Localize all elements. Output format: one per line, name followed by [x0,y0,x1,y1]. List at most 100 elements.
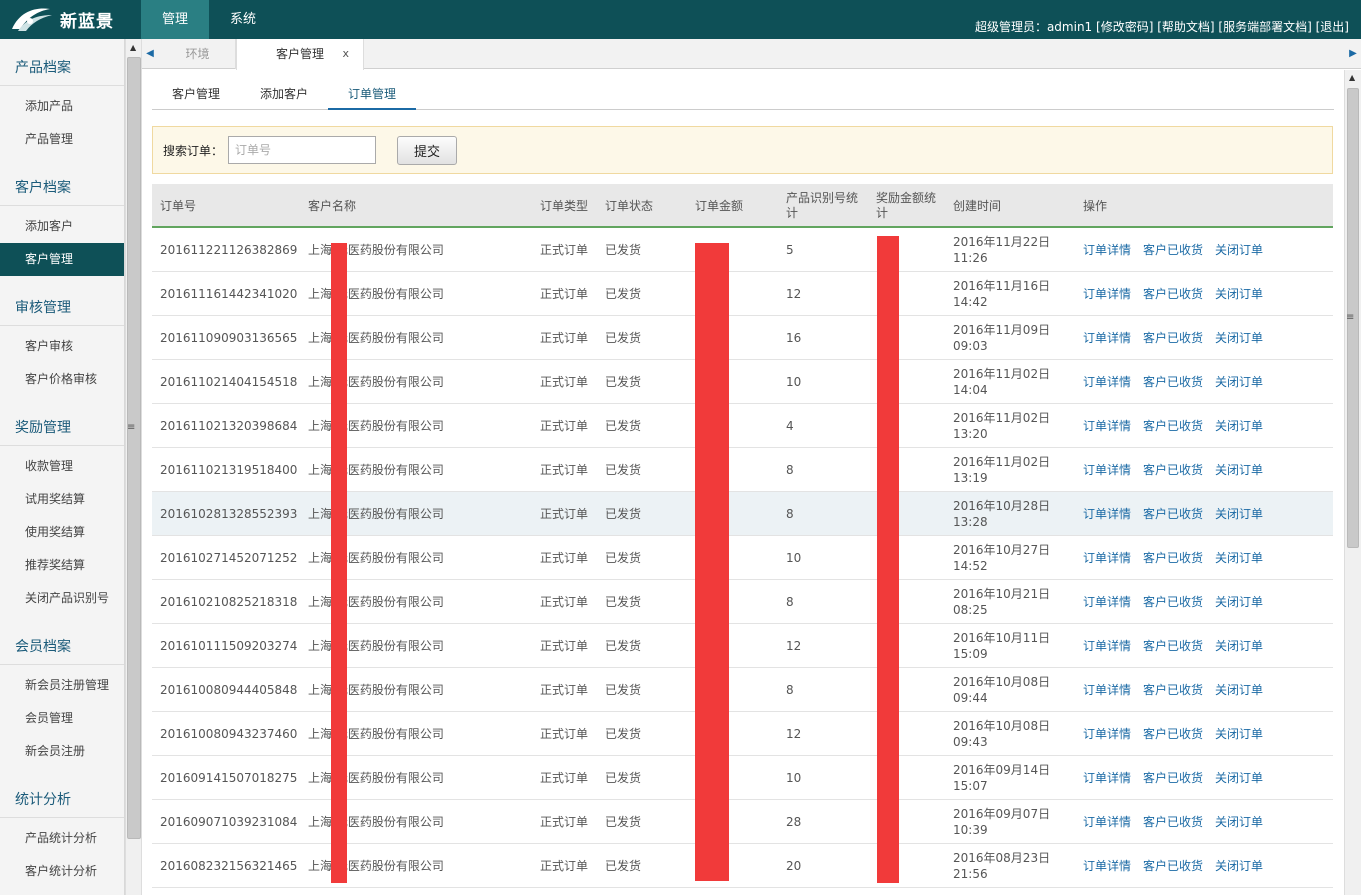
sidebar-item[interactable]: 收款管理 [0,450,124,483]
nav-system[interactable]: 系统 [212,0,274,39]
sidebar-item[interactable]: 新会员注册 [0,735,124,768]
table-row[interactable]: 201610080944405848 上海 元医药股份有限公司 正式订单 已发货 8 20… [152,668,1333,712]
table-row[interactable]: 201611161442341020 上海 元医药股份有限公司 正式订单 已发货 12 2… [152,272,1333,316]
sidebar-item[interactable]: 推荐奖结算 [0,549,124,582]
close-order-link[interactable]: 关闭订单 [1215,286,1263,302]
splitter-grip-icon[interactable]: ≡ [127,422,135,433]
customer-received-link[interactable]: 客户已收货 [1143,506,1203,522]
table-row[interactable]: 201611021319518400 上海 元医药股份有限公司 正式订单 已发货 8 20… [152,448,1333,492]
close-order-link[interactable]: 关闭订单 [1215,506,1263,522]
scroll-up-icon[interactable]: ▲ [130,43,136,52]
close-order-link[interactable]: 关闭订单 [1215,242,1263,258]
sidebar-item[interactable]: 新会员注册管理 [0,669,124,702]
splitter-grip-icon[interactable]: ≡ [1346,312,1354,323]
sidebar-item[interactable]: 使用奖结算 [0,516,124,549]
subtab-add-customer[interactable]: 添加客户 [240,82,328,110]
sidebar-item[interactable]: 客户价格审核 [0,363,124,396]
header-reward-amount[interactable]: 奖励金额统计 [876,184,942,228]
customer-received-link[interactable]: 客户已收货 [1143,242,1203,258]
customer-received-link[interactable]: 客户已收货 [1143,330,1203,346]
close-order-link[interactable]: 关闭订单 [1215,770,1263,786]
header-order-type[interactable]: 订单类型 [540,184,605,228]
tab-customer-management[interactable]: 客户管理 x [236,39,364,70]
subtab-customer-management[interactable]: 客户管理 [152,82,240,110]
sidebar-group-title[interactable]: 客户档案 [0,170,124,206]
close-order-link[interactable]: 关闭订单 [1215,550,1263,566]
close-order-link[interactable]: 关闭订单 [1215,638,1263,654]
close-order-link[interactable]: 关闭订单 [1215,330,1263,346]
order-detail-link[interactable]: 订单详情 [1083,418,1131,434]
sidebar-group-title[interactable]: 产品档案 [0,50,124,86]
app-logo[interactable]: 新蓝景 [10,4,114,34]
tab-environment[interactable]: 环境 [160,39,236,69]
customer-received-link[interactable]: 客户已收货 [1143,550,1203,566]
close-order-link[interactable]: 关闭订单 [1215,858,1263,874]
sidebar-group-title[interactable]: 统计分析 [0,782,124,818]
customer-received-link[interactable]: 客户已收货 [1143,814,1203,830]
order-detail-link[interactable]: 订单详情 [1083,286,1131,302]
table-row[interactable]: 201611021320398684 上海 元医药股份有限公司 正式订单 已发货 4 20… [152,404,1333,448]
table-row[interactable]: 201610210825218318 上海 元医药股份有限公司 正式订单 已发货 8 20… [152,580,1333,624]
order-detail-link[interactable]: 订单详情 [1083,330,1131,346]
table-row[interactable]: 201611221126382869 上海 元医药股份有限公司 正式订单 已发货 5 20… [152,228,1333,272]
scroll-up-icon[interactable]: ▲ [1349,73,1355,82]
close-order-link[interactable]: 关闭订单 [1215,462,1263,478]
table-row[interactable]: 201611090903136565 上海 元医药股份有限公司 正式订单 已发货 16 2… [152,316,1333,360]
header-created-time[interactable]: 创建时间 [953,184,1083,228]
customer-received-link[interactable]: 客户已收货 [1143,858,1203,874]
sidebar-item[interactable]: 产品管理 [0,123,124,156]
order-detail-link[interactable]: 订单详情 [1083,858,1131,874]
customer-received-link[interactable]: 客户已收货 [1143,638,1203,654]
order-detail-link[interactable]: 订单详情 [1083,814,1131,830]
order-detail-link[interactable]: 订单详情 [1083,374,1131,390]
customer-received-link[interactable]: 客户已收货 [1143,594,1203,610]
help-docs-link[interactable]: [帮助文档] [1157,20,1214,34]
deploy-docs-link[interactable]: [服务端部署文档] [1218,20,1311,34]
header-order-status[interactable]: 订单状态 [605,184,695,228]
order-detail-link[interactable]: 订单详情 [1083,726,1131,742]
order-detail-link[interactable]: 订单详情 [1083,550,1131,566]
header-order-no[interactable]: 订单号 [160,184,308,228]
table-row[interactable]: 201608232156321465 上海 元医药股份有限公司 正式订单 已发货 20 2… [152,844,1333,888]
submit-button[interactable]: 提交 [397,136,457,165]
sidebar-item[interactable]: 试用奖结算 [0,483,124,516]
sidebar-item[interactable]: 添加客户 [0,210,124,243]
order-detail-link[interactable]: 订单详情 [1083,638,1131,654]
order-detail-link[interactable]: 订单详情 [1083,462,1131,478]
sidebar-group-title[interactable]: 审核管理 [0,290,124,326]
sidebar-item[interactable]: 关闭产品识别号 [0,582,124,615]
subtab-order-management[interactable]: 订单管理 [328,82,416,110]
tab-scroll-left-icon[interactable]: ◀ [142,39,158,69]
order-detail-link[interactable]: 订单详情 [1083,242,1131,258]
table-row[interactable]: 201609071039231084 上海 元医药股份有限公司 正式订单 已发货 28 2… [152,800,1333,844]
sidebar-item[interactable]: 客户统计分析 [0,855,124,888]
sidebar-scrollbar[interactable]: ▲ [125,39,142,895]
customer-received-link[interactable]: 客户已收货 [1143,374,1203,390]
main-scrollbar[interactable]: ▲ [1344,70,1361,895]
header-product-id-count[interactable]: 产品识别号统计 [786,184,864,228]
table-row[interactable]: 201610111509203274 上海 元医药股份有限公司 正式订单 已发货 12 2… [152,624,1333,668]
close-order-link[interactable]: 关闭订单 [1215,374,1263,390]
customer-received-link[interactable]: 客户已收货 [1143,726,1203,742]
sidebar-item[interactable]: 客户审核 [0,330,124,363]
tab-scroll-right-icon[interactable]: ▶ [1345,39,1361,69]
close-icon[interactable]: x [342,39,349,69]
table-row[interactable]: 201610281328552393 上海 元医药股份有限公司 正式订单 已发货 8 20… [152,492,1333,536]
change-password-link[interactable]: [修改密码] [1096,20,1153,34]
customer-received-link[interactable]: 客户已收货 [1143,418,1203,434]
header-customer-name[interactable]: 客户名称 [308,184,540,228]
order-detail-link[interactable]: 订单详情 [1083,594,1131,610]
sidebar-group-title[interactable]: 会员档案 [0,629,124,665]
order-detail-link[interactable]: 订单详情 [1083,506,1131,522]
close-order-link[interactable]: 关闭订单 [1215,814,1263,830]
sidebar-item[interactable]: 奖励统计分析 [0,888,124,895]
sidebar-item[interactable]: 产品统计分析 [0,822,124,855]
logout-link[interactable]: [退出] [1316,20,1349,34]
close-order-link[interactable]: 关闭订单 [1215,594,1263,610]
close-order-link[interactable]: 关闭订单 [1215,682,1263,698]
order-detail-link[interactable]: 订单详情 [1083,682,1131,698]
order-number-input[interactable] [228,136,376,164]
customer-received-link[interactable]: 客户已收货 [1143,286,1203,302]
close-order-link[interactable]: 关闭订单 [1215,726,1263,742]
sidebar-item[interactable]: 客户管理 [0,243,124,276]
